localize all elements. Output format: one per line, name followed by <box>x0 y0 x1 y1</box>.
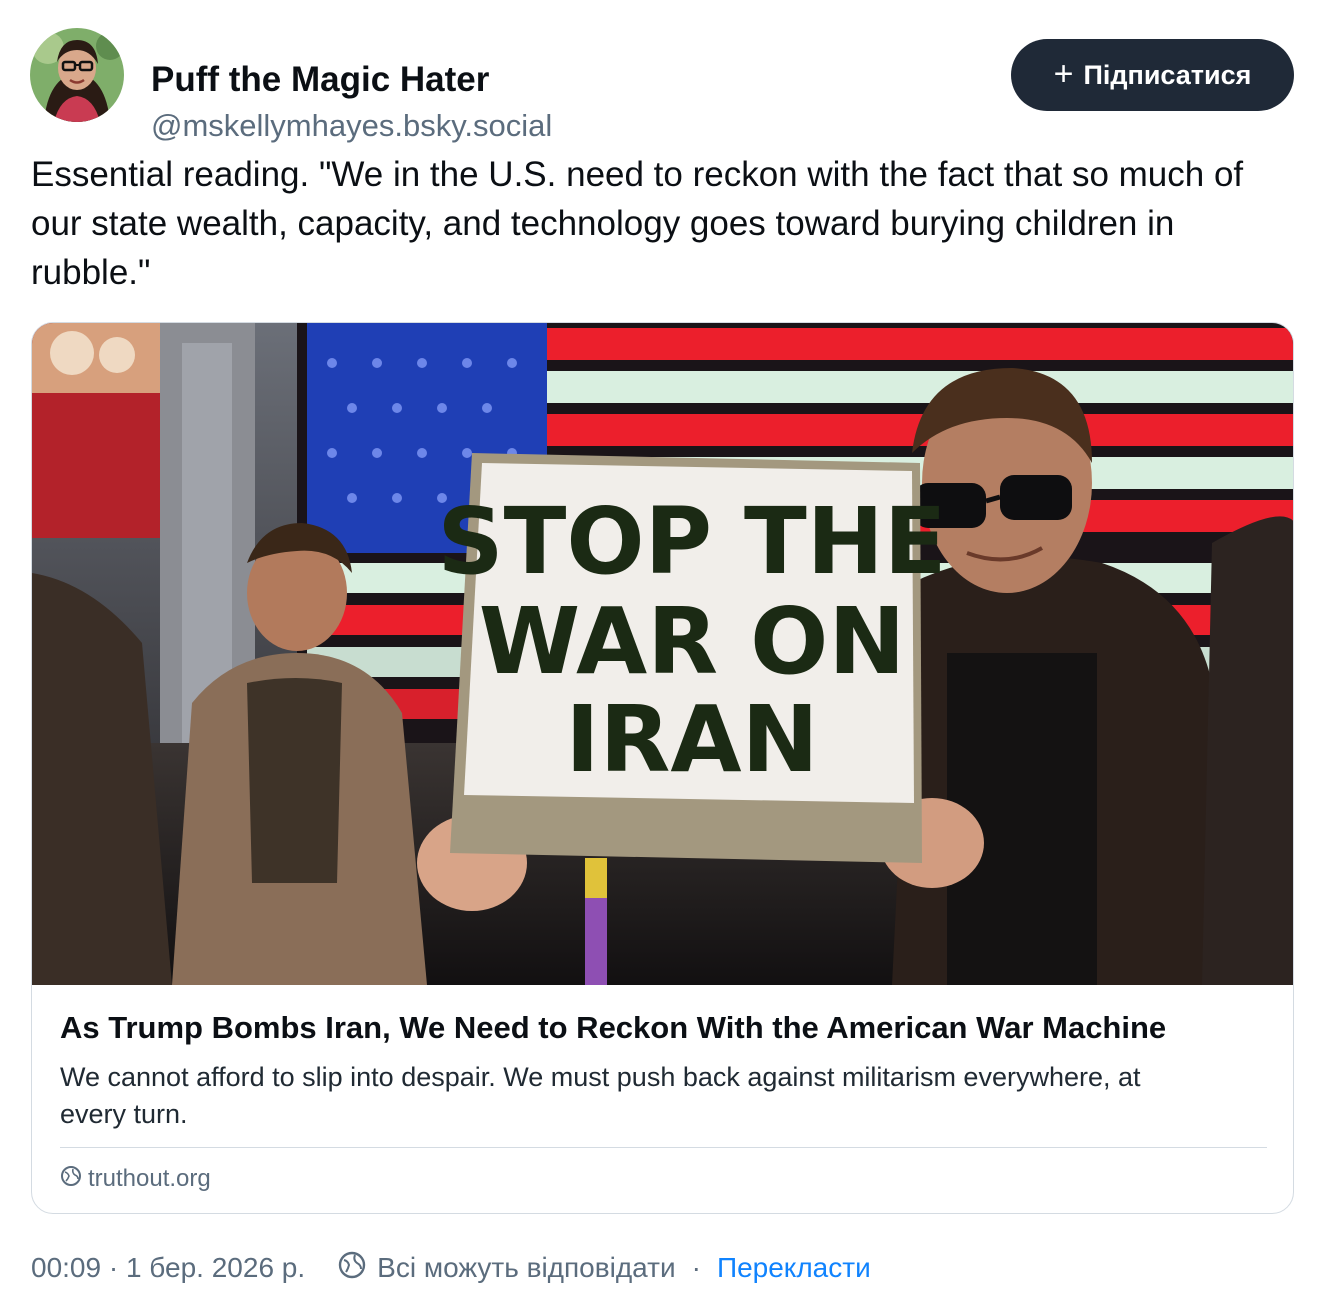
meta-separator: · <box>691 1252 701 1283</box>
link-card-title[interactable]: As Trump Bombs Iran, We Need to Reckon W… <box>60 1010 1270 1046</box>
follow-button-label: Підписатися <box>1083 59 1252 90</box>
follow-button[interactable]: + Підписатися <box>1011 39 1294 111</box>
reply-setting[interactable]: Всі можуть відповідати <box>337 1250 676 1287</box>
link-card-description: We cannot afford to slip into despair. W… <box>60 1062 1141 1129</box>
link-card-domain[interactable]: truthout.org <box>60 1163 211 1195</box>
translate-link[interactable]: Перекласти <box>717 1252 871 1284</box>
link-card-image: STOP THE WAR ON IRAN <box>32 323 1293 985</box>
author-display-name[interactable]: Puff the Magic Hater <box>151 60 489 100</box>
post-meta: 00:09 · 1 бер. 2026 р. Всі можуть відпов… <box>31 1250 871 1286</box>
avatar[interactable] <box>30 28 124 122</box>
sign-line-2: WAR ON <box>479 588 906 695</box>
plus-icon: + <box>1053 54 1074 93</box>
link-card-domain-text: truthout.org <box>88 1165 211 1192</box>
sign-line-1: STOP THE <box>437 488 946 595</box>
sign-line-3: IRAN <box>565 686 818 793</box>
globe-icon <box>337 1250 367 1287</box>
globe-icon <box>60 1165 82 1194</box>
post-timestamp[interactable]: 00:09 · 1 бер. 2026 р. <box>31 1252 305 1284</box>
author-handle[interactable]: @mskellymhayes.bsky.social <box>151 108 552 144</box>
post-text: Essential reading. "We in the U.S. need … <box>31 155 1244 292</box>
reply-setting-label: Всі можуть відповідати <box>377 1252 676 1283</box>
divider <box>60 1147 1267 1148</box>
link-card[interactable]: STOP THE WAR ON IRAN As Trump Bombs Iran… <box>31 322 1294 1214</box>
